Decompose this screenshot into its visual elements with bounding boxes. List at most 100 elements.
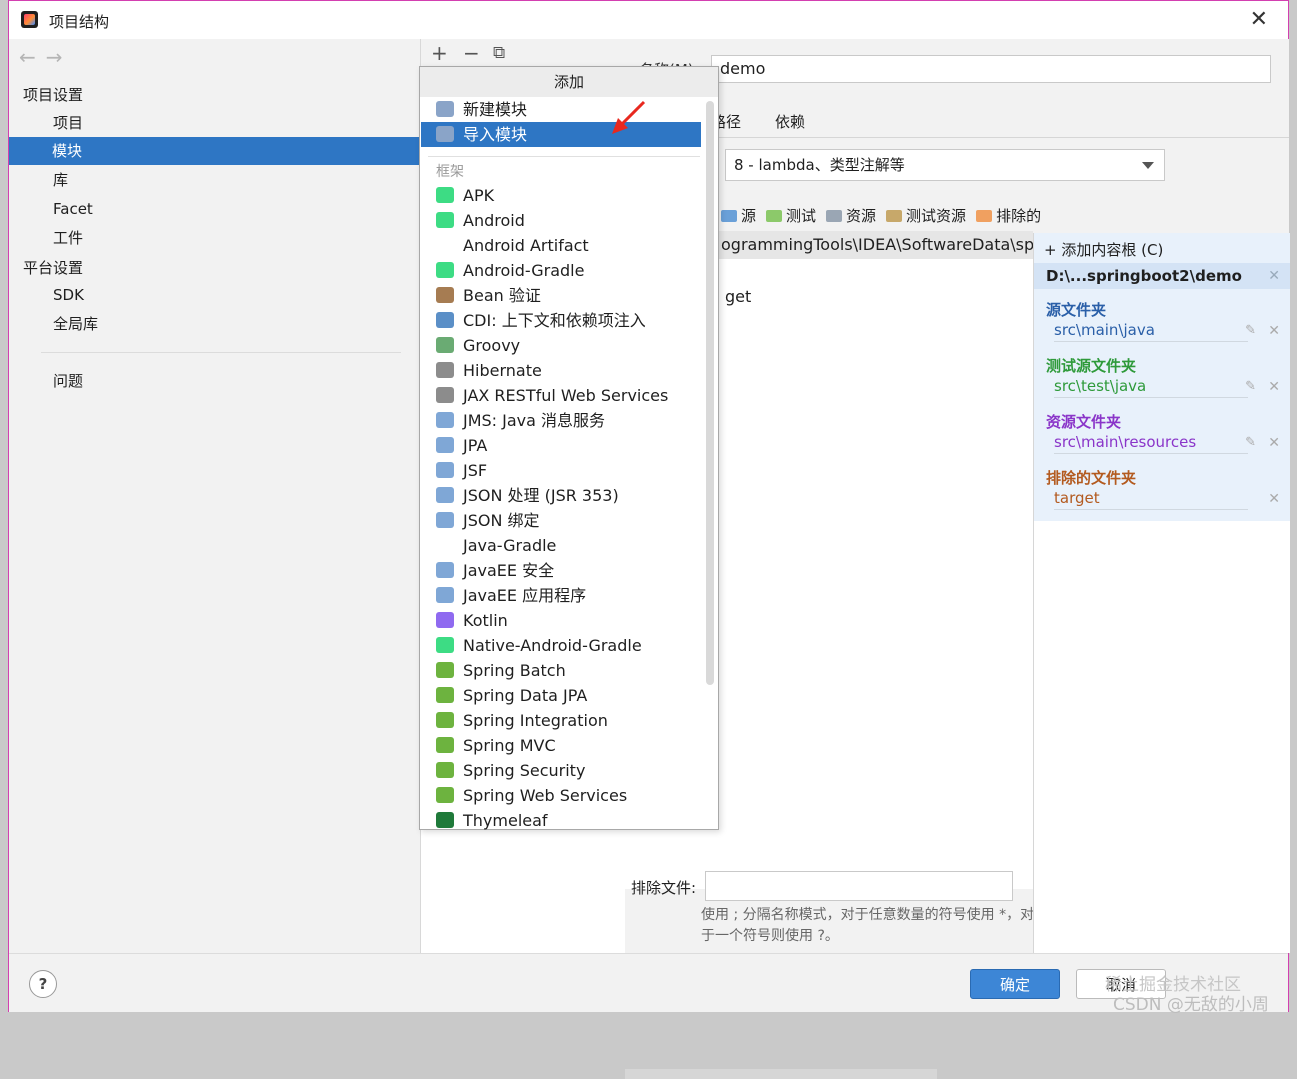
folder-item-underline [1054, 509, 1248, 510]
mark-as-button[interactable]: 测试资源 [886, 205, 966, 226]
popup-item[interactable]: JavaEE 应用程序 [436, 583, 702, 608]
folder-path-item[interactable]: src\main\java [1054, 321, 1155, 339]
popup-item-label: Android-Gradle [463, 261, 585, 280]
popup-item-label: Android [463, 211, 525, 230]
module-name-input[interactable]: demo [711, 55, 1271, 83]
popup-item[interactable]: Spring Security [436, 758, 702, 783]
popup-item[interactable]: Hibernate [436, 358, 702, 383]
popup-item[interactable]: Spring Integration [436, 708, 702, 733]
popup-item-label: APK [463, 186, 495, 205]
remove-folder-icon[interactable]: ✕ [1268, 491, 1280, 507]
sidebar-item[interactable]: 工件 [53, 224, 83, 252]
ok-button[interactable]: 确定 [970, 969, 1060, 999]
tree-node-target[interactable]: get [725, 287, 751, 306]
cdi-icon [436, 312, 454, 328]
popup-item[interactable]: Thymeleaf [436, 808, 702, 833]
popup-item[interactable]: Spring Data JPA [436, 683, 702, 708]
popup-item[interactable]: 新建模块 [436, 97, 702, 122]
spring-icon [436, 712, 454, 728]
popup-item-label: Bean 验证 [463, 286, 541, 305]
popup-item[interactable]: Native-Android-Gradle [436, 633, 702, 658]
popup-scrollbar[interactable] [706, 101, 714, 685]
popup-item-label: Spring Batch [463, 661, 566, 680]
add-content-root-button[interactable]: + 添加内容根 (C) [1044, 239, 1163, 260]
folder-path-item[interactable]: src\test\java [1054, 377, 1146, 395]
android-icon [436, 262, 454, 278]
folder-icon [826, 210, 843, 222]
edit-icon[interactable]: ✎ [1245, 379, 1256, 394]
sidebar-item[interactable]: Facet [53, 195, 93, 223]
remove-folder-icon[interactable]: ✕ [1268, 379, 1280, 395]
sidebar-item[interactable]: 模块 [9, 137, 419, 165]
popup-item[interactable]: JSF [436, 458, 702, 483]
popup-item[interactable]: JPA [436, 433, 702, 458]
folder-item-underline [1054, 341, 1248, 342]
popup-item[interactable]: 导入模块 [421, 122, 701, 147]
folder-group-title: 测试源文件夹 [1046, 357, 1137, 375]
popup-item-label: JSF [463, 461, 488, 480]
edit-icon[interactable]: ✎ [1245, 323, 1256, 338]
popup-item[interactable]: Spring Web Services [436, 783, 702, 808]
popup-item-label: JavaEE 安全 [463, 561, 555, 580]
popup-item[interactable]: Kotlin [436, 608, 702, 633]
popup-divider [428, 156, 700, 157]
exclude-files-input[interactable] [705, 871, 1013, 901]
popup-item[interactable]: Groovy [436, 333, 702, 358]
popup-item-label: JPA [463, 436, 488, 455]
back-arrow-icon[interactable]: ← [19, 45, 46, 69]
popup-item[interactable]: Bean 验证 [436, 283, 702, 308]
edit-icon[interactable]: ✎ [1245, 435, 1256, 450]
mark-as-button[interactable]: 资源 [826, 205, 876, 226]
sidebar-item[interactable]: 全局库 [53, 310, 98, 338]
sidebar-item[interactable]: 项目设置 [23, 81, 83, 109]
remove-folder-icon[interactable]: ✕ [1268, 323, 1280, 339]
popup-item[interactable]: Spring Batch [436, 658, 702, 683]
popup-item[interactable]: JMS: Java 消息服务 [436, 408, 702, 433]
mark-as-button[interactable]: 测试 [766, 205, 816, 226]
close-icon[interactable]: ✕ [1250, 7, 1268, 32]
forward-arrow-icon[interactable]: → [46, 45, 73, 69]
sidebar-item[interactable]: 平台设置 [23, 254, 83, 282]
mark-as-button[interactable]: 排除的 [976, 205, 1041, 226]
popup-item[interactable]: APK [436, 183, 702, 208]
popup-item[interactable]: Java-Gradle [436, 533, 702, 558]
popup-item[interactable]: Android-Gradle [436, 258, 702, 283]
remove-folder-icon[interactable]: ✕ [1268, 435, 1280, 451]
popup-item-label: CDI: 上下文和依赖项注入 [463, 311, 646, 330]
tab-dependencies[interactable]: 依赖 [775, 111, 805, 132]
blank-icon [436, 537, 454, 553]
json-icon [436, 487, 454, 503]
popup-item-label: Thymeleaf [463, 811, 548, 830]
popup-item-label: Groovy [463, 336, 521, 355]
sidebar-item[interactable]: 项目 [53, 109, 83, 137]
folder-group-title: 排除的文件夹 [1046, 469, 1137, 487]
help-button[interactable]: ? [29, 970, 57, 998]
mark-as-button[interactable]: 源 [721, 205, 756, 226]
horizontal-scrollbar[interactable] [625, 1069, 937, 1079]
popup-item[interactable]: JAX RESTful Web Services [436, 383, 702, 408]
popup-item[interactable]: Spring MVC [436, 733, 702, 758]
popup-item[interactable]: CDI: 上下文和依赖项注入 [436, 308, 702, 333]
popup-item-label: Spring Web Services [463, 786, 628, 805]
remove-icon[interactable]: − [463, 41, 480, 65]
popup-item[interactable]: JSON 绑定 [436, 508, 702, 533]
popup-item[interactable]: Android [436, 208, 702, 233]
add-icon[interactable]: + [431, 41, 448, 65]
settings-sidebar: ←→ 项目设置 项目 模块库 Facet 工件 平台设置 SDK 全局库问题 [9, 39, 419, 953]
language-level-select[interactable]: 8 - lambda、类型注解等 [725, 149, 1165, 181]
copy-icon[interactable]: ⧉ [493, 43, 505, 63]
sidebar-item[interactable]: 问题 [53, 367, 83, 395]
sidebar-item[interactable]: SDK [53, 281, 84, 309]
remove-root-icon[interactable]: ✕ [1268, 263, 1280, 289]
folder-path-item[interactable]: target [1054, 489, 1100, 507]
intellij-logo-icon [21, 11, 38, 28]
popup-item[interactable]: JSON 处理 (JSR 353) [436, 483, 702, 508]
popup-item[interactable]: Android Artifact [436, 233, 702, 258]
folder-icon [976, 210, 993, 222]
folder-path-item[interactable]: src\main\resources [1054, 433, 1196, 451]
popup-item[interactable]: JavaEE 安全 [436, 558, 702, 583]
mark-as-toolbar: 源测试 资源 测试资源 排除的 [721, 205, 1051, 226]
sidebar-item[interactable]: 库 [53, 166, 68, 194]
folder-group-title: 源文件夹 [1046, 301, 1107, 319]
spring-icon [436, 662, 454, 678]
